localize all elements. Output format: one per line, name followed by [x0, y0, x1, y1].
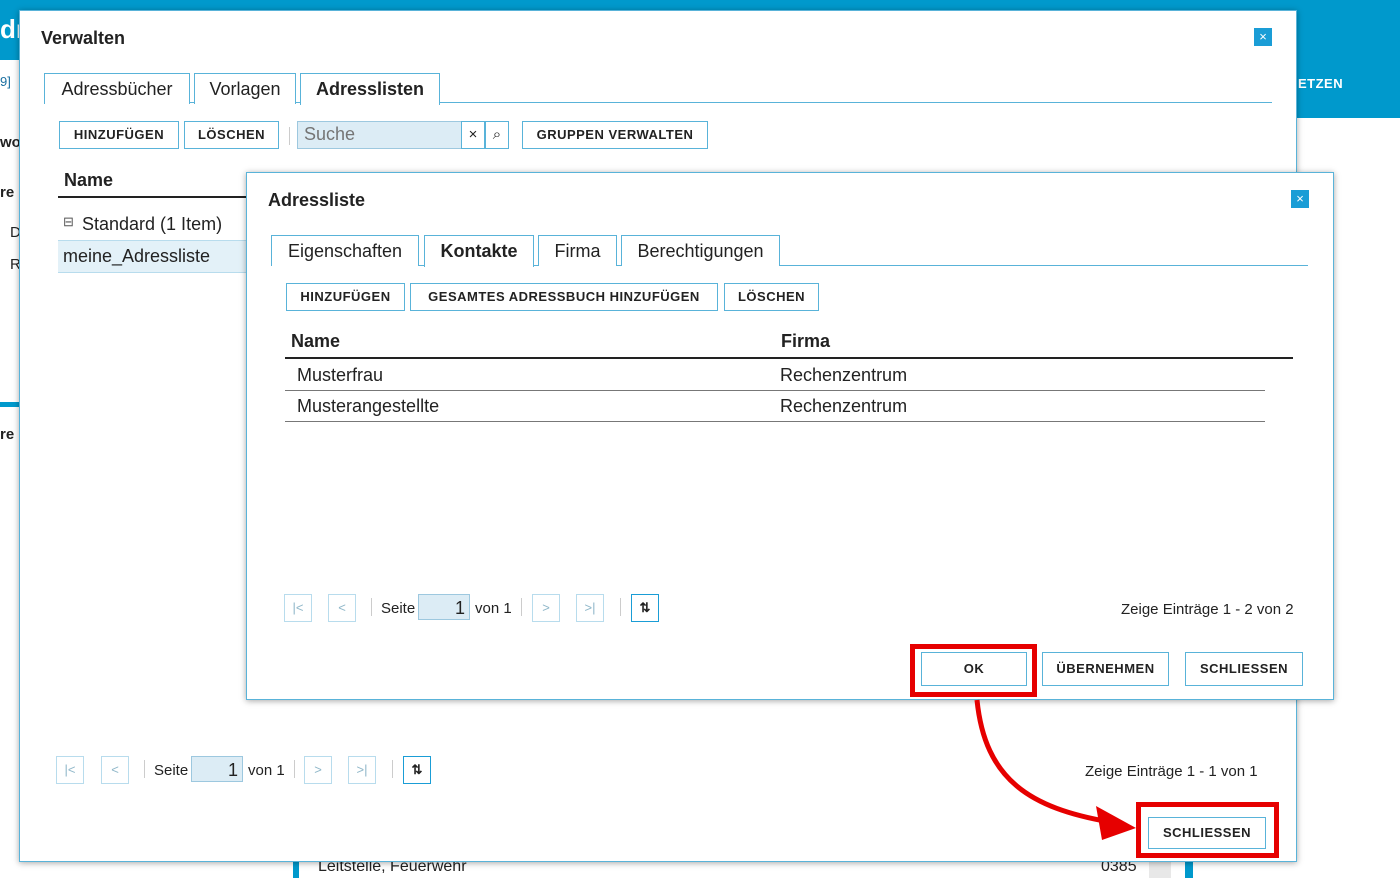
annotation-arrow-icon	[974, 699, 1136, 840]
